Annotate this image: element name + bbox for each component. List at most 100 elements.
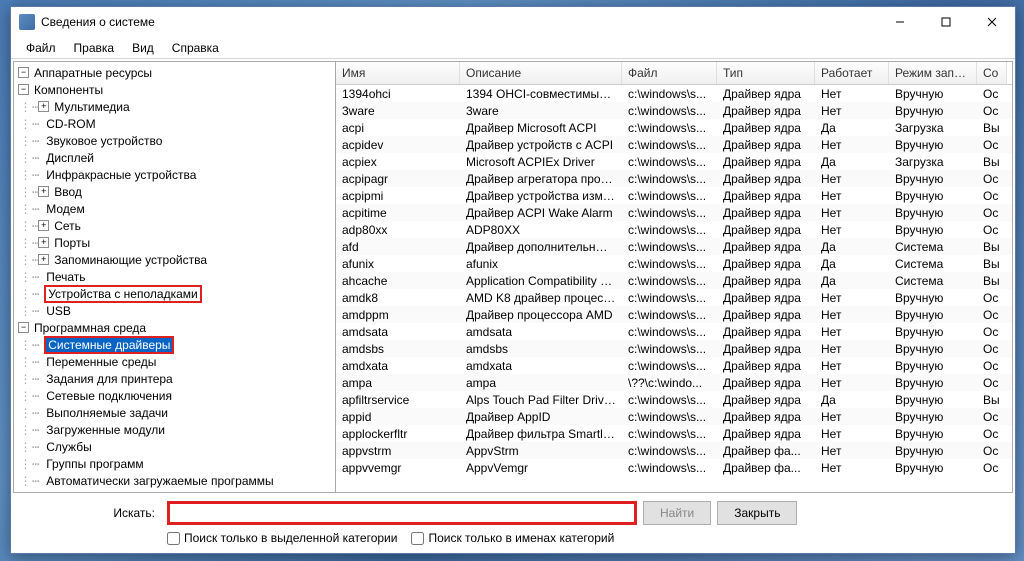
table-cell: acpidev (336, 137, 460, 153)
table-cell: Драйвер ядра (717, 171, 815, 187)
close-search-button[interactable]: Закрыть (717, 501, 797, 525)
table-row[interactable]: acpidevДрайвер устройств с ACPIc:\window… (336, 136, 1012, 153)
table-cell: c:\windows\s... (622, 358, 717, 374)
table-cell: Загрузка (889, 120, 977, 136)
table-cell: Драйвер фильтра Smartlocker (460, 426, 622, 442)
tree-item[interactable]: ⋮⋯Модем (14, 200, 335, 217)
tree-item[interactable]: ⋮⋯+Запоминающие устройства (14, 251, 335, 268)
table-cell: Нет (815, 222, 889, 238)
menu-правка[interactable]: Правка (65, 38, 124, 58)
table-cell: c:\windows\s... (622, 341, 717, 357)
table-row[interactable]: ahcacheApplication Compatibility Cachec:… (336, 272, 1012, 289)
menubar: ФайлПравкаВидСправка (11, 37, 1015, 59)
tree-item[interactable]: −Компоненты (14, 81, 335, 98)
tree-item[interactable]: −Аппаратные ресурсы (14, 64, 335, 81)
table-cell: Загрузка (889, 154, 977, 170)
table-row[interactable]: amdk8AMD K8 драйвер процессораc:\windows… (336, 289, 1012, 306)
table-row[interactable]: acpiexMicrosoft ACPIEx Driverc:\windows\… (336, 153, 1012, 170)
column-header[interactable]: Описание (460, 62, 622, 84)
table-row[interactable]: appidДрайвер AppIDc:\windows\s...Драйвер… (336, 408, 1012, 425)
close-button[interactable] (969, 7, 1015, 37)
tree-item[interactable]: ⋮⋯Печать (14, 268, 335, 285)
menu-справка[interactable]: Справка (163, 38, 228, 58)
table-row[interactable]: acpipagrДрайвер агрегатора процесс...c:\… (336, 170, 1012, 187)
table-row[interactable]: acpipmiДрайвер устройства измерен...c:\w… (336, 187, 1012, 204)
minimize-button[interactable] (877, 7, 923, 37)
tree-item[interactable]: ⋮⋯Регистрация OLE (14, 489, 335, 492)
table-row[interactable]: acpitimeДрайвер ACPI Wake Alarmc:\window… (336, 204, 1012, 221)
table-cell: c:\windows\s... (622, 86, 717, 102)
column-header[interactable]: Имя (336, 62, 460, 84)
table-row[interactable]: apfiltrserviceAlps Touch Pad Filter Driv… (336, 391, 1012, 408)
tree-item[interactable]: ⋮⋯+Ввод (14, 183, 335, 200)
table-row[interactable]: applockerfltrДрайвер фильтра Smartlocker… (336, 425, 1012, 442)
table-cell: Драйвер ядра (717, 409, 815, 425)
tree-item[interactable]: ⋮⋯Переменные среды (14, 353, 335, 370)
tree-item[interactable]: −Программная среда (14, 319, 335, 336)
table-row[interactable]: 3ware3warec:\windows\s...Драйвер ядраНет… (336, 102, 1012, 119)
table-row[interactable]: amdsataamdsatac:\windows\s...Драйвер ядр… (336, 323, 1012, 340)
tree-item[interactable]: ⋮⋯+Порты (14, 234, 335, 251)
table-cell: c:\windows\s... (622, 409, 717, 425)
list-body[interactable]: 1394ohci1394 OHCI-совместимый хост...c:\… (336, 85, 1012, 492)
table-cell: Система (889, 239, 977, 255)
table-row[interactable]: ampaampa\??\c:\windo...Драйвер ядраНетВр… (336, 374, 1012, 391)
tree-item[interactable]: ⋮⋯Службы (14, 438, 335, 455)
table-cell: Драйвер ядра (717, 86, 815, 102)
table-cell: Драйвер ядра (717, 392, 815, 408)
table-row[interactable]: 1394ohci1394 OHCI-совместимый хост...c:\… (336, 85, 1012, 102)
tree-item[interactable]: ⋮⋯CD-ROM (14, 115, 335, 132)
table-cell: Нет (815, 375, 889, 391)
tree-item[interactable]: ⋮⋯Автоматически загружаемые программы (14, 472, 335, 489)
table-cell: Нет (815, 171, 889, 187)
table-cell: Ос (977, 222, 1007, 238)
table-row[interactable]: adp80xxADP80XXc:\windows\s...Драйвер ядр… (336, 221, 1012, 238)
menu-вид[interactable]: Вид (123, 38, 163, 58)
tree-item[interactable]: ⋮⋯Выполняемые задачи (14, 404, 335, 421)
column-header[interactable]: Работает (815, 62, 889, 84)
table-cell: Ос (977, 307, 1007, 323)
table-row[interactable]: afunixafunixc:\windows\s...Драйвер ядраД… (336, 255, 1012, 272)
table-cell: Драйвер ядра (717, 375, 815, 391)
column-header[interactable]: Со (977, 62, 1007, 84)
tree-item[interactable]: ⋮⋯+Мультимедиа (14, 98, 335, 115)
table-row[interactable]: amdxataamdxatac:\windows\s...Драйвер ядр… (336, 357, 1012, 374)
table-cell: acpipagr (336, 171, 460, 187)
menu-файл[interactable]: Файл (17, 38, 65, 58)
table-row[interactable]: acpiДрайвер Microsoft ACPIc:\windows\s..… (336, 119, 1012, 136)
column-header[interactable]: Тип (717, 62, 815, 84)
table-cell: c:\windows\s... (622, 137, 717, 153)
tree-item[interactable]: ⋮⋯Группы программ (14, 455, 335, 472)
tree-item[interactable]: ⋮⋯Задания для принтера (14, 370, 335, 387)
tree-item[interactable]: ⋮⋯Сетевые подключения (14, 387, 335, 404)
find-button[interactable]: Найти (643, 501, 711, 525)
category-tree[interactable]: −Аппаратные ресурсы−Компоненты⋮⋯+Мультим… (14, 62, 336, 492)
table-cell: AMD K8 драйвер процессора (460, 290, 622, 306)
table-cell: Драйвер ядра (717, 205, 815, 221)
table-row[interactable]: appvstrmAppvStrmc:\windows\s...Драйвер ф… (336, 442, 1012, 459)
tree-item[interactable]: ⋮⋯USB (14, 302, 335, 319)
table-row[interactable]: amdppmДрайвер процессора AMDc:\windows\s… (336, 306, 1012, 323)
tree-item[interactable]: ⋮⋯Устройства с неполадками (14, 285, 335, 302)
chk-selected-category[interactable]: Поиск только в выделенной категории (167, 531, 397, 545)
column-header[interactable]: Режим запуска (889, 62, 977, 84)
tree-item[interactable]: ⋮⋯Звуковое устройство (14, 132, 335, 149)
maximize-button[interactable] (923, 7, 969, 37)
tree-item[interactable]: ⋮⋯Загруженные модули (14, 421, 335, 438)
window-title: Сведения о системе (41, 15, 877, 29)
tree-item[interactable]: ⋮⋯Инфракрасные устройства (14, 166, 335, 183)
table-cell: Вручную (889, 307, 977, 323)
tree-item[interactable]: ⋮⋯Дисплей (14, 149, 335, 166)
tree-item[interactable]: ⋮⋯+Сеть (14, 217, 335, 234)
search-input[interactable] (167, 501, 637, 525)
table-row[interactable]: appvvemgrAppvVemgrc:\windows\s...Драйвер… (336, 459, 1012, 476)
chk-category-names[interactable]: Поиск только в именах категорий (411, 531, 614, 545)
table-row[interactable]: afdДрайвер дополнительных фу...c:\window… (336, 238, 1012, 255)
column-header[interactable]: Файл (622, 62, 717, 84)
tree-item[interactable]: ⋮⋯Системные драйверы (14, 336, 335, 353)
table-cell: c:\windows\s... (622, 256, 717, 272)
table-row[interactable]: amdsbsamdsbsc:\windows\s...Драйвер ядраН… (336, 340, 1012, 357)
table-cell: Нет (815, 324, 889, 340)
table-cell: Ос (977, 137, 1007, 153)
table-cell: Ос (977, 205, 1007, 221)
